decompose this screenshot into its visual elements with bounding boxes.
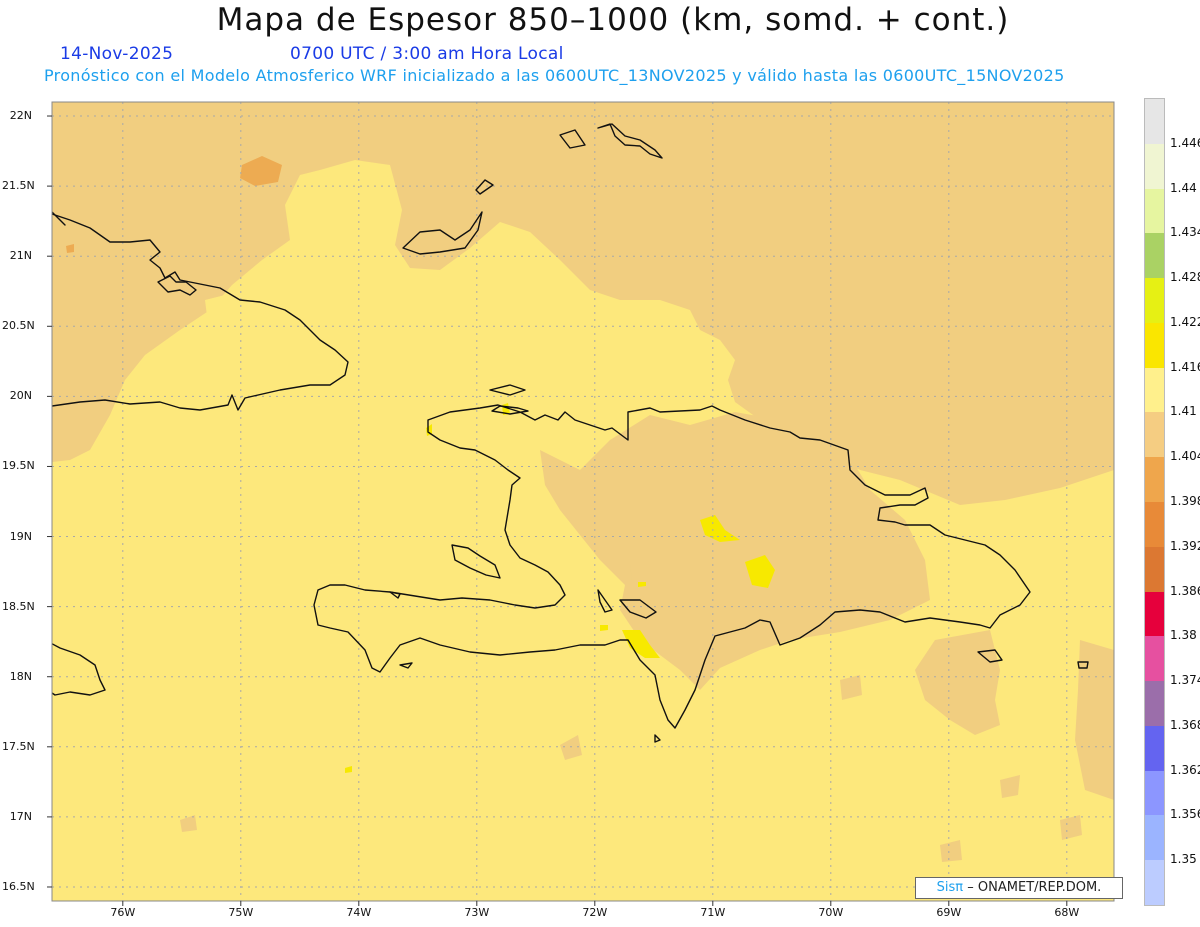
lat-label: 20N <box>9 389 32 403</box>
lon-label: 70W <box>818 906 844 919</box>
legend-color-box <box>1145 367 1164 413</box>
credit-text: – ONAMET/REP.DOM. <box>967 880 1102 895</box>
legend-label: 1.434 <box>1170 225 1200 240</box>
legend-label: 1.362 <box>1170 762 1200 777</box>
legend-color-box <box>1145 591 1164 637</box>
legend-label: 1.374 <box>1170 673 1200 688</box>
color-legend <box>1144 98 1165 906</box>
lon-label: 75W <box>228 906 254 919</box>
lat-label: 17N <box>9 809 32 823</box>
lon-label: 68W <box>1054 906 1080 919</box>
legend-label: 1.38 <box>1170 628 1197 643</box>
lat-label: 22N <box>9 109 32 123</box>
legend-color-box <box>1145 278 1164 323</box>
legend-color-box <box>1145 636 1164 682</box>
lat-label: 19.5N <box>2 459 35 473</box>
legend-color-box <box>1145 233 1164 279</box>
legend-label: 1.41 <box>1170 404 1197 419</box>
legend-color-box <box>1145 546 1164 592</box>
thickness-map <box>47 101 1115 906</box>
lat-label: 16.5N <box>2 879 35 893</box>
legend-color-box <box>1145 725 1164 771</box>
legend-color-box <box>1145 99 1164 144</box>
legend-color-box <box>1145 860 1164 905</box>
lat-label: 19N <box>9 529 32 543</box>
legend-color-box <box>1145 188 1164 234</box>
lat-label: 17.5N <box>2 739 35 753</box>
legend-color-box <box>1145 322 1164 368</box>
lon-label: 76W <box>110 906 136 919</box>
legend-label: 1.404 <box>1170 449 1200 464</box>
legend-label: 1.392 <box>1170 538 1200 553</box>
credit-badge: Sisπ – ONAMET/REP.DOM. <box>915 877 1123 899</box>
legend-label: 1.386 <box>1170 583 1200 598</box>
lon-label: 73W <box>464 906 490 919</box>
lat-label: 21.5N <box>2 179 35 193</box>
legend-label: 1.428 <box>1170 270 1200 285</box>
legend-label: 1.416 <box>1170 359 1200 374</box>
lon-label: 72W <box>582 906 608 919</box>
legend-label: 1.368 <box>1170 717 1200 732</box>
map-field <box>52 102 1114 901</box>
legend-label: 1.356 <box>1170 807 1200 822</box>
legend-color-box <box>1145 815 1164 861</box>
legend-label: 1.35 <box>1170 852 1197 867</box>
legend-color-box <box>1145 502 1164 547</box>
legend-label: 1.398 <box>1170 494 1200 508</box>
sispi-logo-text: Sisπ <box>936 880 964 895</box>
legend-color-box <box>1145 681 1164 726</box>
lon-label: 71W <box>700 906 726 919</box>
lat-label: 18N <box>9 669 32 683</box>
legend-label: 1.446 <box>1170 135 1200 150</box>
legend-color-box <box>1145 412 1164 458</box>
legend-label: 1.422 <box>1170 314 1200 329</box>
lat-label: 20.5N <box>2 319 35 333</box>
lat-label: 21N <box>9 249 32 263</box>
lat-label: 18.5N <box>2 599 35 613</box>
legend-label: 1.44 <box>1170 180 1197 195</box>
legend-color-box <box>1145 143 1164 189</box>
legend-color-box <box>1145 457 1164 502</box>
lon-label: 74W <box>346 906 372 919</box>
lon-label: 69W <box>936 906 962 919</box>
legend-color-box <box>1145 770 1164 816</box>
